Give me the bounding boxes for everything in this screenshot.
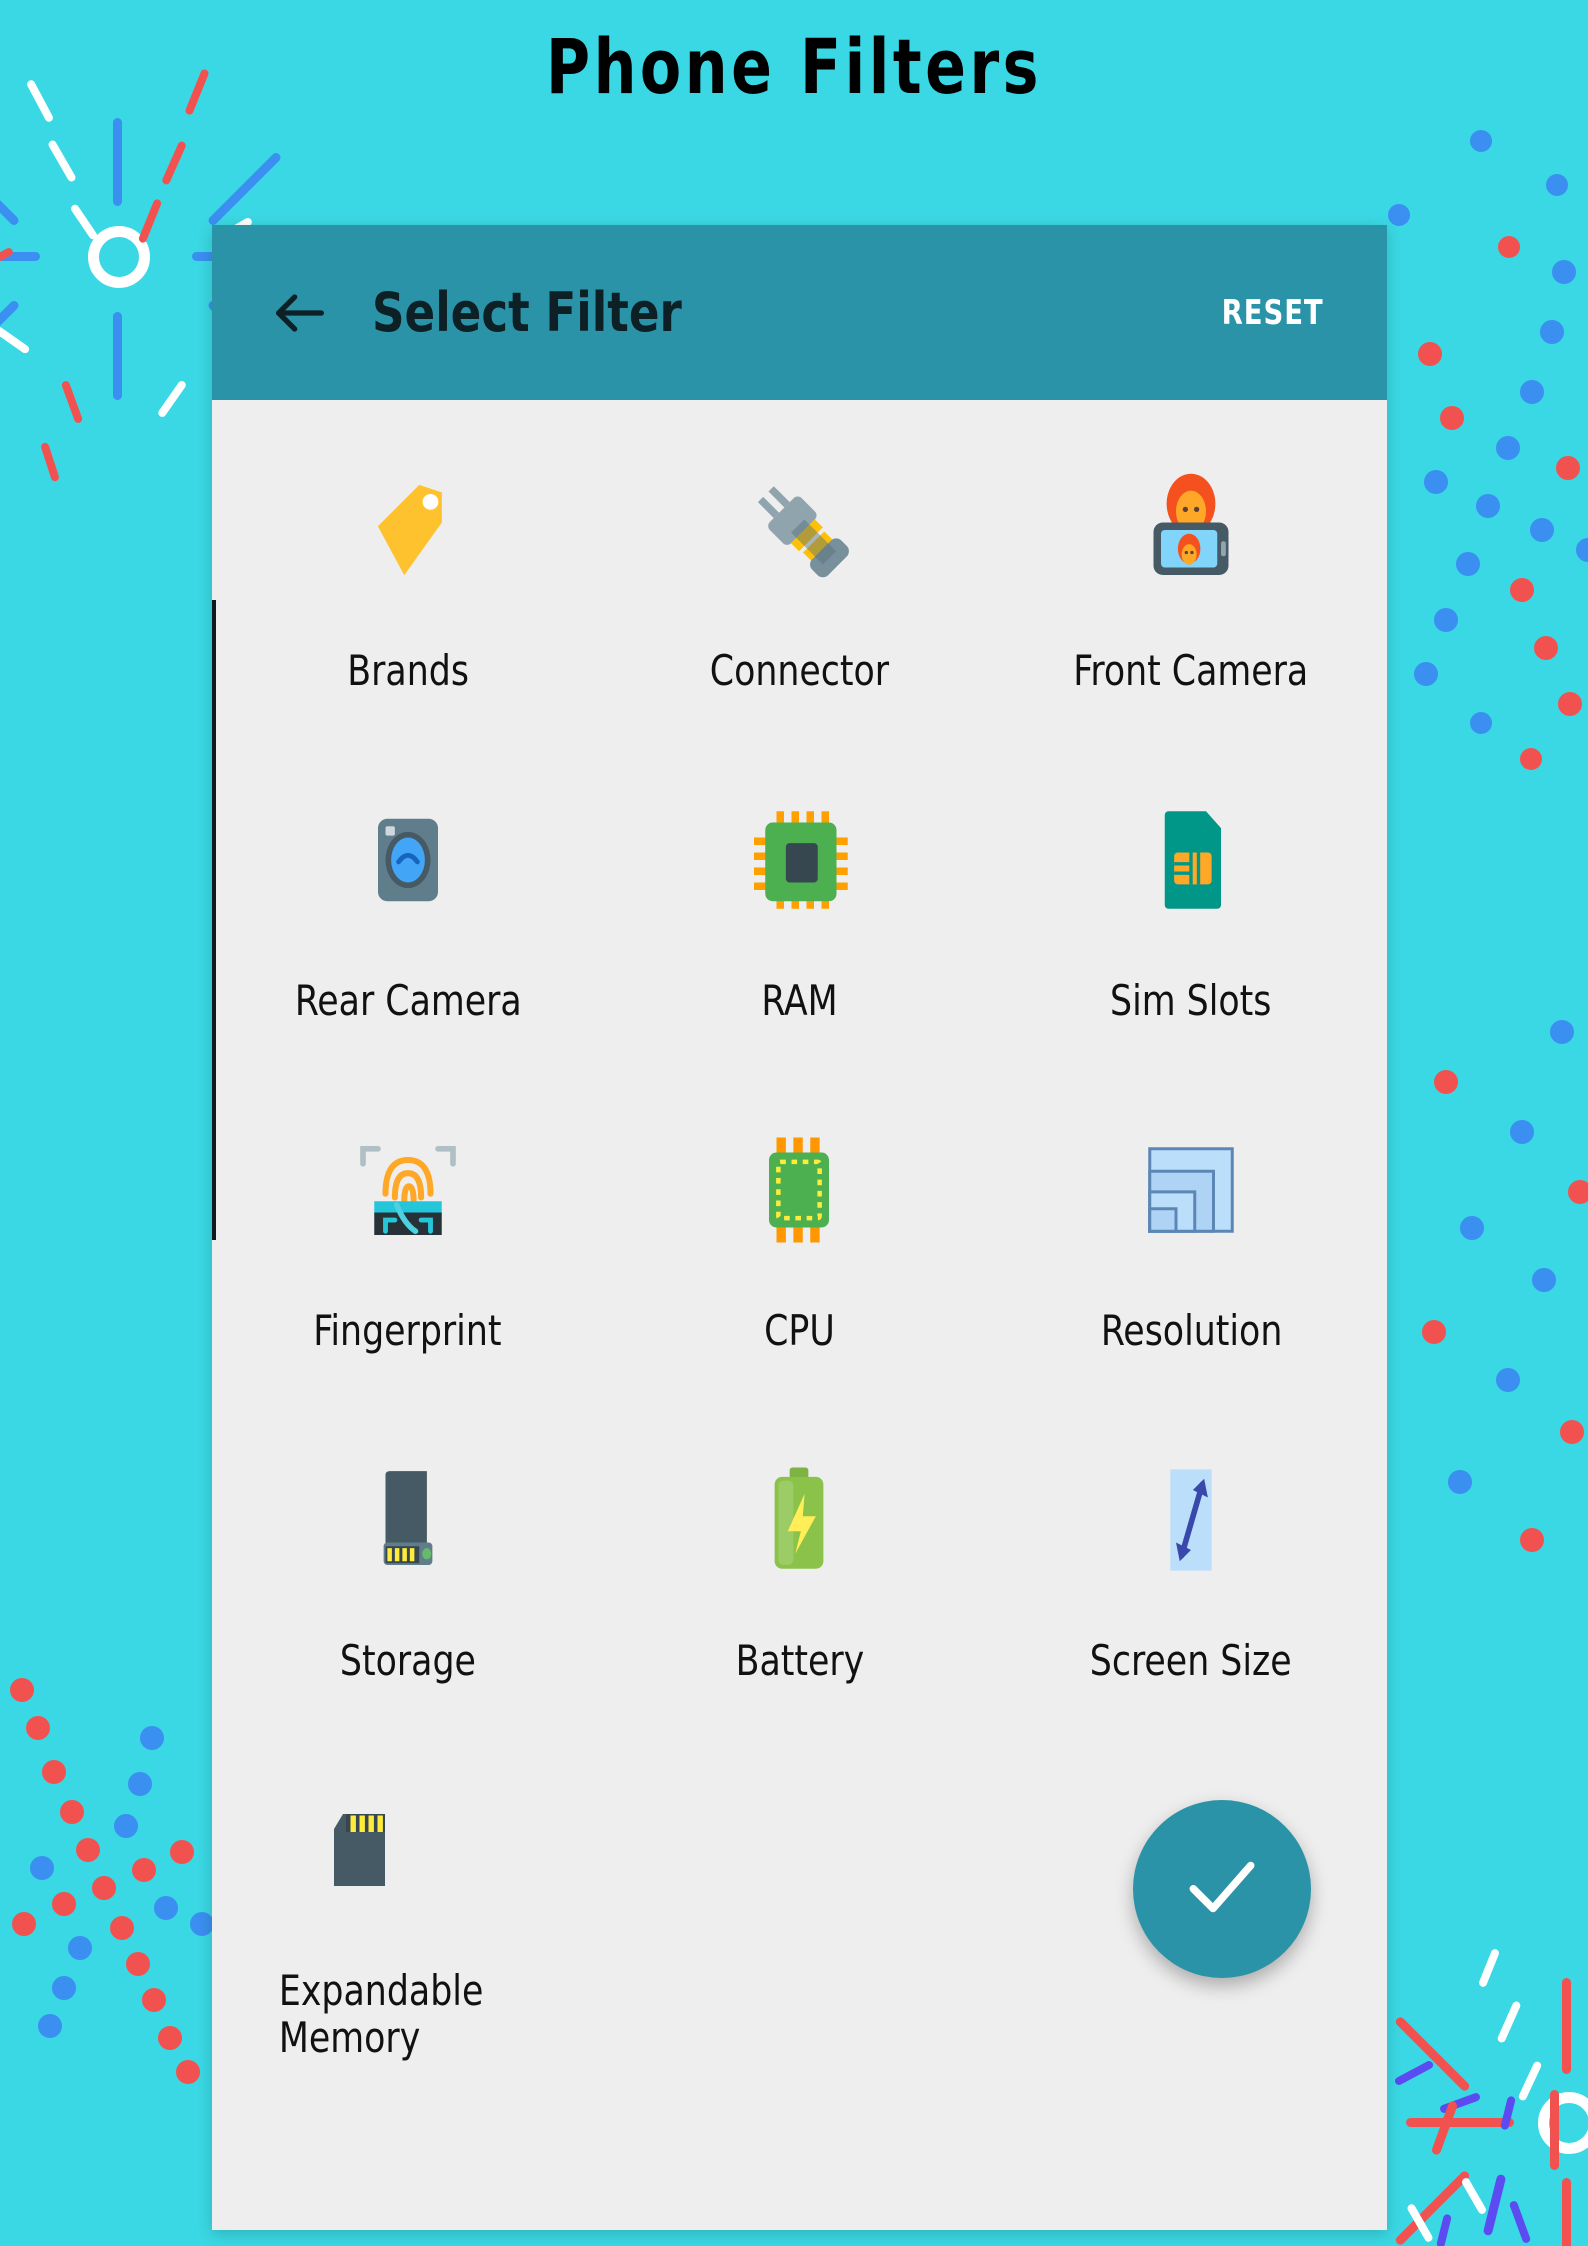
filter-item-ram[interactable]: RAM bbox=[604, 750, 996, 1080]
decoration-confetti-right-bottom bbox=[1400, 1000, 1588, 1600]
screen: Phone Filters Select Filter RESET Brands… bbox=[0, 0, 1588, 2246]
starburst-ring bbox=[1538, 2092, 1588, 2154]
back-button[interactable] bbox=[254, 267, 346, 359]
processor-chip-icon bbox=[732, 1122, 867, 1257]
filter-item-rear-camera[interactable]: Rear Camera bbox=[212, 750, 604, 1080]
battery-icon bbox=[732, 1452, 867, 1587]
filter-label: Screen Size bbox=[1090, 1636, 1293, 1685]
apply-filters-fab[interactable] bbox=[1133, 1800, 1311, 1978]
decoration-confetti-right-top bbox=[1400, 260, 1588, 780]
electric-plug-icon bbox=[732, 462, 867, 597]
diagonal-arrow-icon bbox=[1124, 1452, 1259, 1587]
filter-item-storage[interactable]: Storage bbox=[212, 1410, 604, 1740]
filter-item-sim-slots[interactable]: Sim Slots bbox=[995, 750, 1387, 1080]
filter-item-screen-size[interactable]: Screen Size bbox=[995, 1410, 1387, 1740]
hard-drive-icon bbox=[340, 1452, 475, 1587]
filter-item-fingerprint[interactable]: Fingerprint bbox=[212, 1080, 604, 1410]
app-bar: Select Filter RESET bbox=[212, 225, 1387, 400]
decoration-dashes-bottom-right-edge bbox=[1430, 2090, 1588, 2246]
filter-label: Battery bbox=[735, 1636, 864, 1685]
filter-item-resolution[interactable]: Resolution bbox=[995, 1080, 1387, 1410]
filter-label: Sim Slots bbox=[1110, 976, 1272, 1025]
filter-label: Rear Camera bbox=[294, 976, 522, 1025]
sd-card-icon bbox=[290, 1782, 425, 1917]
resolution-icon bbox=[1124, 1122, 1259, 1257]
sim-card-icon bbox=[1124, 792, 1259, 927]
price-tag-icon bbox=[340, 462, 475, 597]
filter-label: Connector bbox=[709, 646, 890, 695]
fingerprint-scan-icon bbox=[340, 1122, 475, 1257]
filter-label: Storage bbox=[339, 1636, 476, 1685]
app-bar-title: Select Filter bbox=[372, 281, 682, 344]
filter-item-battery[interactable]: Battery bbox=[604, 1410, 996, 1740]
decoration-confetti-left-bottom bbox=[0, 1620, 220, 2140]
check-icon bbox=[1179, 1844, 1265, 1935]
memory-chip-icon bbox=[732, 792, 867, 927]
filter-label: Fingerprint bbox=[313, 1306, 502, 1355]
filter-label: RAM bbox=[761, 976, 838, 1025]
filter-item-front-camera[interactable]: Front Camera bbox=[995, 420, 1387, 750]
filter-label: Front Camera bbox=[1073, 646, 1309, 695]
filter-label: CPU bbox=[764, 1306, 835, 1355]
filter-item-cpu[interactable]: CPU bbox=[604, 1080, 996, 1410]
reset-button[interactable]: RESET bbox=[1221, 293, 1323, 333]
selfie-camera-icon bbox=[1124, 462, 1259, 597]
arrow-left-icon bbox=[268, 281, 332, 345]
phone-screen-card: Select Filter RESET Brands Connector Fro… bbox=[212, 225, 1387, 2230]
filter-label: Resolution bbox=[1100, 1306, 1282, 1355]
filter-item-expandable-memory[interactable]: Expandable Memory bbox=[212, 1740, 604, 2070]
page-title: Phone Filters bbox=[545, 22, 1043, 111]
camera-icon bbox=[340, 792, 475, 927]
scroll-indicator[interactable] bbox=[212, 600, 216, 1240]
starburst-ring bbox=[88, 226, 150, 288]
filter-label: Brands bbox=[346, 646, 469, 695]
filter-item-connector[interactable]: Connector bbox=[604, 420, 996, 750]
filter-label: Expandable Memory bbox=[278, 1966, 484, 2063]
filter-item-brands[interactable]: Brands bbox=[212, 420, 604, 750]
